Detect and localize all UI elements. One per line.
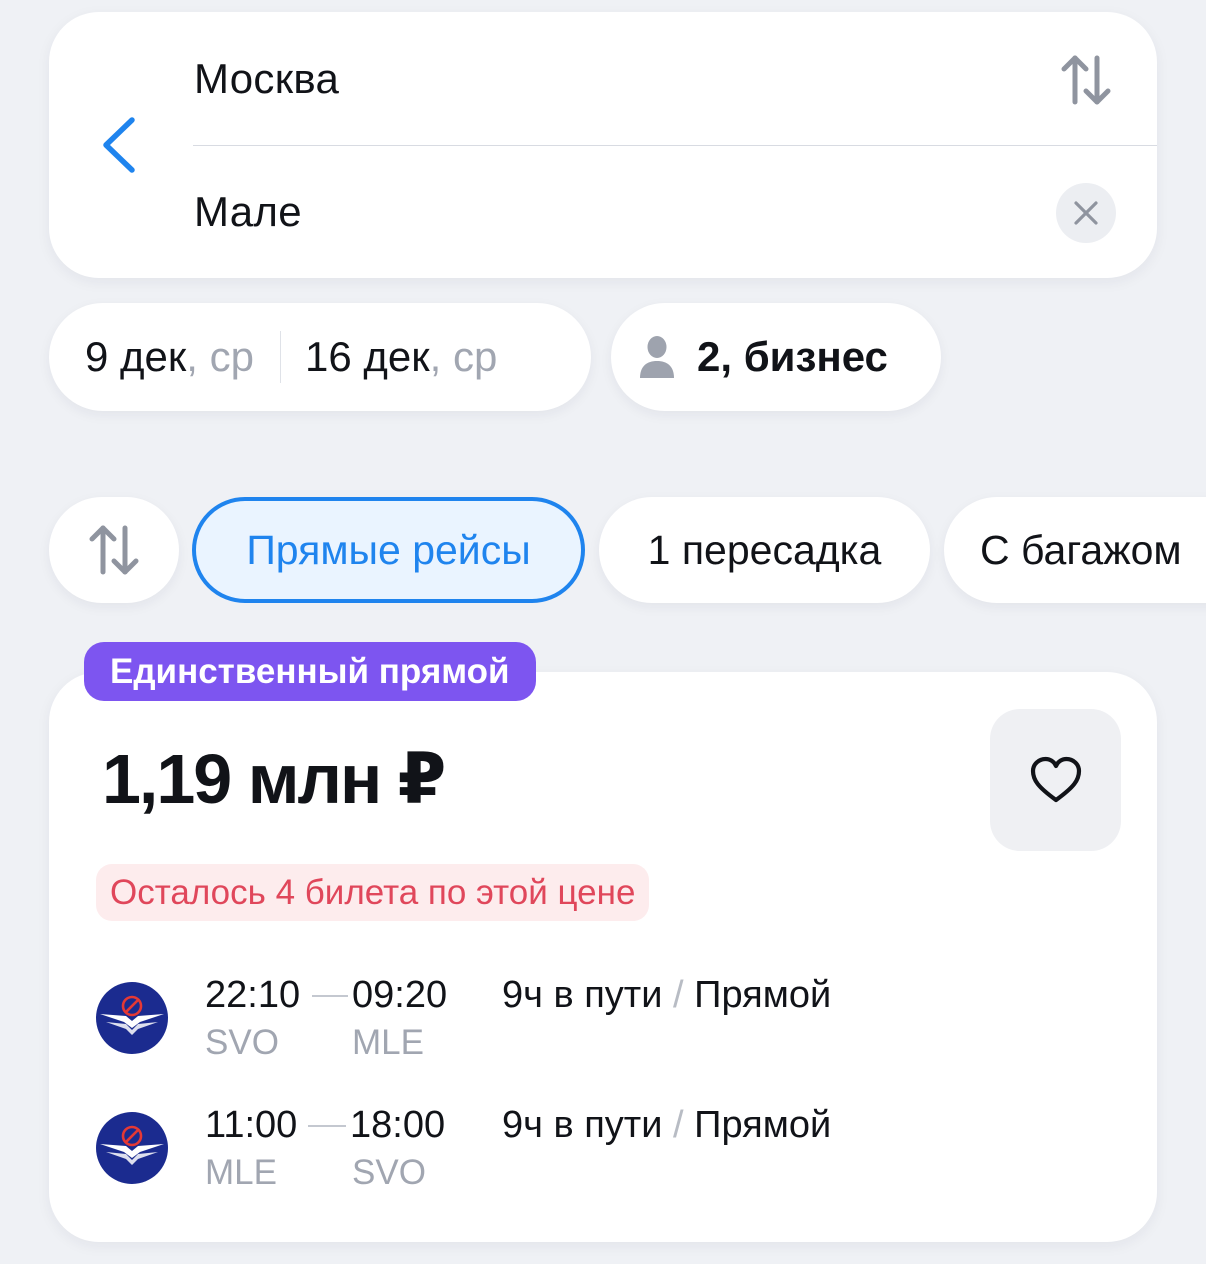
passengers-pill[interactable]: 2, бизнес [611, 303, 941, 411]
swap-arrows-icon [1061, 55, 1111, 105]
segment-2-arrival-time: 18:00 [350, 1104, 446, 1146]
destination-field[interactable]: Мале [194, 188, 302, 236]
segment-1-arrival-time: 09:20 [352, 974, 448, 1016]
clear-destination-button[interactable] [1056, 183, 1116, 243]
segment-1-slash: / [673, 974, 684, 1016]
swap-cities-button[interactable] [1058, 52, 1114, 108]
airline-logo-icon [96, 982, 168, 1054]
sort-button[interactable] [49, 497, 179, 603]
depart-day: 9 дек [85, 333, 187, 380]
segment-2-arrival-code: SVO [352, 1153, 426, 1192]
chevron-left-icon [103, 117, 135, 173]
ticket-price: 1,19 млн ₽ [102, 740, 446, 818]
depart-date[interactable]: 9 дек, ср [85, 333, 254, 381]
segment-1-departure-code: SVO [205, 1023, 279, 1062]
return-day: 16 дек [304, 333, 430, 380]
segment-2-slash: / [673, 1104, 684, 1146]
segment-1-duration: 9ч в пути / Прямой [502, 974, 831, 1017]
tickets-left-warning: Осталось 4 билета по этой цене [96, 864, 650, 921]
return-date[interactable]: 16 дек, ср [305, 333, 497, 381]
favorite-button[interactable] [990, 709, 1121, 851]
filter-chip-baggage[interactable]: С багажом [944, 497, 1206, 603]
airline-logo-icon [96, 1112, 168, 1184]
person-icon [640, 336, 674, 378]
filter-chip-one-transfer[interactable]: 1 пересадка [599, 497, 930, 603]
segment-2-type: Прямой [694, 1104, 832, 1146]
dates-pill: 9 дек, ср 16 дек, ср [49, 303, 591, 411]
segment-1-arrival-code: MLE [352, 1023, 424, 1062]
divider [193, 145, 1157, 146]
segment-2-dash [308, 1125, 346, 1127]
segment-2-duration-text: 9ч в пути [502, 1104, 663, 1146]
date-separator [279, 331, 281, 383]
segment-2-duration: 9ч в пути / Прямой [502, 1104, 831, 1147]
origin-field[interactable]: Москва [194, 55, 339, 103]
segment-2-departure-time: 11:00 [205, 1104, 298, 1146]
passengers-label: 2, бизнес [697, 333, 888, 380]
segment-1-duration-text: 9ч в пути [502, 974, 663, 1016]
back-button[interactable] [96, 115, 140, 175]
return-dow: , ср [429, 333, 498, 380]
segment-2-departure-code: MLE [205, 1153, 277, 1192]
segment-1-departure-time: 22:10 [205, 974, 301, 1016]
heart-icon [1030, 756, 1081, 803]
depart-dow: , ср [186, 333, 254, 380]
filter-chip-direct[interactable]: Прямые рейсы [192, 497, 585, 603]
sort-arrows-icon [89, 525, 139, 575]
only-direct-badge: Единственный прямой [84, 642, 536, 701]
segment-1-type: Прямой [694, 974, 832, 1016]
close-icon [1074, 201, 1098, 225]
segment-1-dash [312, 995, 348, 997]
